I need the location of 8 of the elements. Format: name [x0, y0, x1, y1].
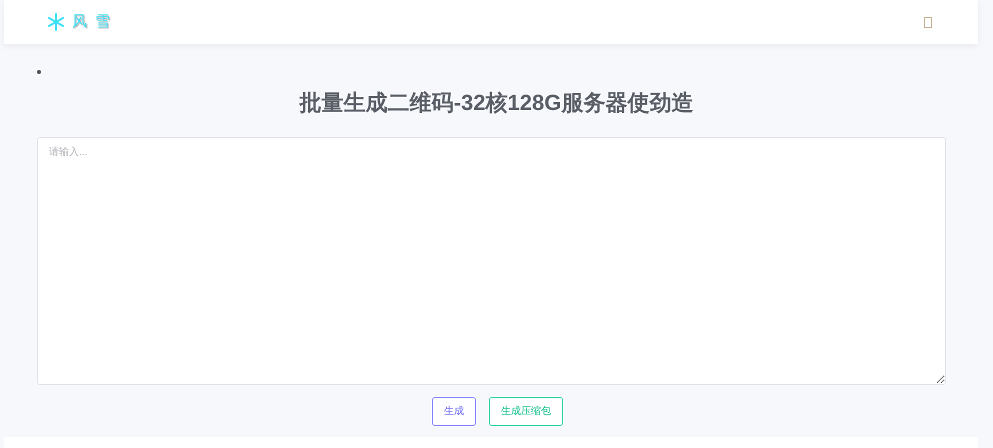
- action-button[interactable]: 生成压缩包: [489, 397, 563, 426]
- page-title: 批量生成二维码-32核128G服务器使劲造: [298, 89, 694, 117]
- action-button[interactable]: 生成: [432, 397, 476, 426]
- placeholder-icon[interactable]: [924, 16, 932, 28]
- snowflake-icon: [46, 12, 66, 32]
- bullet-icon: [37, 70, 41, 74]
- logo-text: 风 雪: [72, 12, 112, 32]
- input-field[interactable]: 请输入...: [37, 137, 946, 385]
